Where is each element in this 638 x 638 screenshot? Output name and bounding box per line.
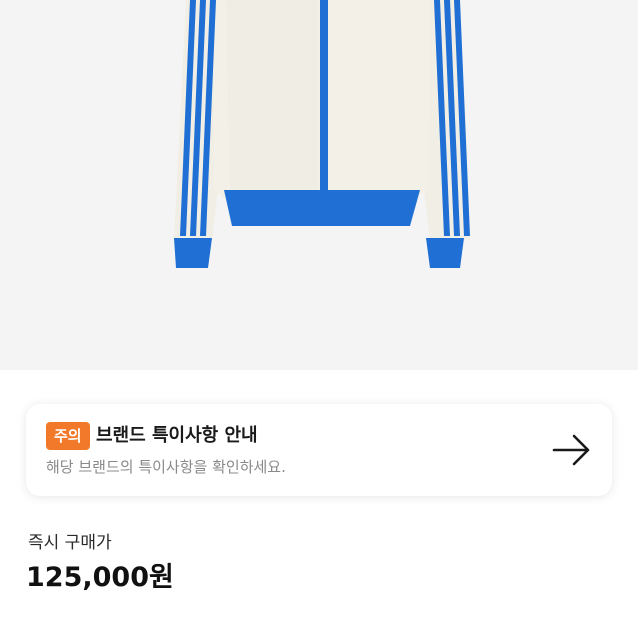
notice-title: 브랜드 특이사항 안내 [96,425,258,446]
track-jacket-icon [174,0,470,268]
notice-description: 해당 브랜드의 특이사항을 확인하세요. [46,458,286,476]
arrow-right-icon[interactable] [552,432,592,468]
product-image[interactable] [0,0,638,370]
brand-notice-card[interactable]: 주의 브랜드 특이사항 안내 해당 브랜드의 특이사항을 확인하세요. [26,404,612,496]
caution-badge: 주의 [46,422,90,450]
instant-buy-price-value: 125,000원 [26,562,174,593]
instant-buy-price-label: 즉시 구매가 [28,533,112,553]
